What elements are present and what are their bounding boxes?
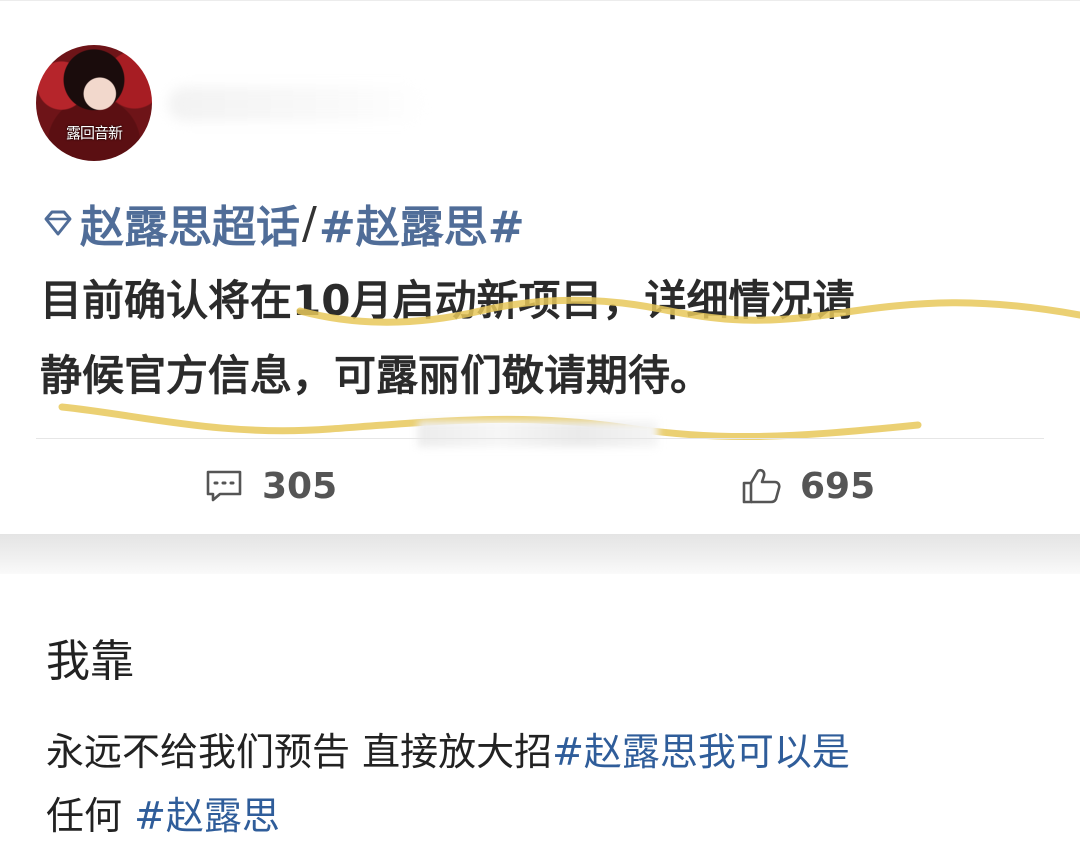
comment-button[interactable]: 305 — [204, 461, 337, 511]
topic-separator: / — [302, 197, 317, 249]
reply-body: 永远不给我们预告 直接放大招#赵露思我可以是 任何 #赵露思 — [46, 720, 1046, 848]
reply-text: 任何 — [46, 794, 135, 838]
comment-icon — [206, 470, 242, 502]
thumbs-up-icon — [742, 468, 781, 504]
post-body-line: 静候官方信息，可露丽们敬请期待。 — [40, 351, 713, 400]
reply-line: 任何 #赵露思 — [46, 784, 1046, 848]
hashtag-link[interactable]: #赵露思# — [319, 191, 525, 255]
reply-title: 我靠 — [46, 636, 134, 687]
blurred-username — [168, 87, 428, 121]
super-topic-link[interactable]: 赵露思超话 — [80, 191, 300, 255]
card-divider — [36, 438, 1044, 439]
section-separator — [0, 534, 1080, 574]
reply-line: 永远不给我们预告 直接放大招#赵露思我可以是 — [46, 720, 1046, 784]
like-button[interactable]: 695 — [740, 461, 875, 511]
reply-text: 永远不给我们预告 直接放大招 — [46, 730, 553, 774]
post-body: 目前确认将在10月启动新项目，详细情况请 静候官方信息，可露丽们敬请期待。 — [40, 263, 1050, 413]
like-count: 695 — [800, 465, 876, 507]
post-body-line: 目前确认将在10月启动新项目，详细情况请 — [40, 276, 855, 325]
hashtag-link[interactable]: #赵露思我可以是 — [552, 730, 850, 774]
avatar-caption: 露回音新 — [65, 124, 123, 142]
avatar[interactable]: 露回音新 — [36, 45, 152, 161]
blurred-region — [418, 421, 658, 447]
embedded-post-card: 露回音新 赵露思超话 / #赵露思# 目前确认将在10月启动新项目，详细情况请 … — [0, 0, 1080, 535]
comment-count: 305 — [262, 465, 338, 507]
topic-line: 赵露思超话 / #赵露思# — [40, 193, 525, 253]
diamond-icon — [44, 210, 72, 236]
hashtag-link[interactable]: #赵露思 — [134, 794, 280, 838]
